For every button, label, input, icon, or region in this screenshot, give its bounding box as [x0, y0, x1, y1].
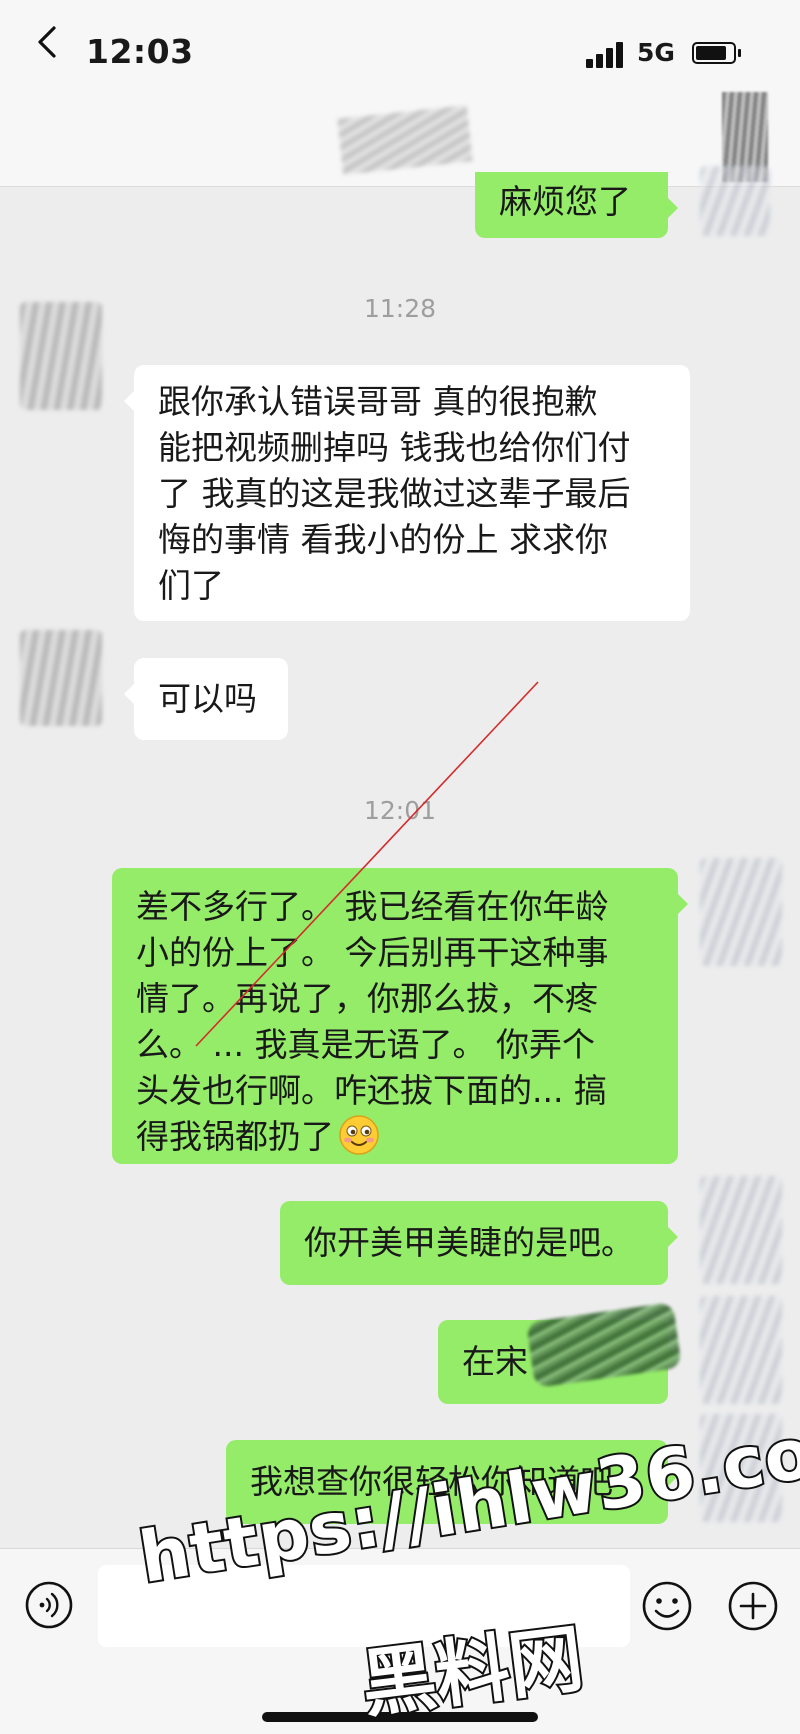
contact-avatar[interactable]	[20, 302, 102, 410]
own-avatar[interactable]	[700, 1296, 782, 1404]
message-line: 情了。再说了，你那么拔，不疼	[136, 979, 598, 1018]
message-line: 悔的事情 看我小的份上 求求你	[158, 520, 608, 559]
message-bubble-received[interactable]: 可以吗	[124, 658, 288, 740]
message-line: 么。 ... 我真是无语了。 你弄个	[136, 1025, 595, 1064]
message-text: 可以吗	[158, 679, 257, 718]
message-line: 头发也行啊。咋还拔下面的... 搞	[136, 1071, 607, 1110]
message-bubble-sent[interactable]: 你开美甲美睫的是吧。	[280, 1201, 678, 1285]
smiley-emoji	[339, 1115, 379, 1155]
message-bubble-received[interactable]: 跟你承认错误哥哥 真的很抱歉 能把视频删掉吗 钱我也给你们付 了 我真的这是我做…	[124, 365, 690, 621]
contact-avatar[interactable]	[20, 630, 102, 726]
timestamp: 12:01	[363, 796, 437, 825]
message-text: 麻烦您了	[499, 182, 631, 221]
battery-icon	[692, 42, 741, 64]
message-text: 你开美甲美睫的是吧。	[304, 1223, 634, 1262]
own-avatar[interactable]	[700, 166, 770, 236]
message-line: 得我锅都扔了	[136, 1117, 334, 1156]
message-line: 跟你承认错误哥哥 真的很抱歉	[158, 382, 598, 421]
message-line: 能把视频删掉吗 钱我也给你们付	[158, 428, 631, 467]
status-time: 12:03	[86, 32, 194, 71]
plus-icon[interactable]	[727, 1580, 779, 1632]
message-line: 了 我真的这是我做过这辈子最后	[158, 474, 631, 513]
message-line: 小的份上了。 今后别再干这种事	[136, 933, 609, 972]
own-avatar[interactable]	[700, 1176, 782, 1284]
message-line: 们了	[158, 566, 224, 605]
voice-icon[interactable]	[24, 1580, 74, 1630]
message-bubble-sent-partial[interactable]: 麻烦您了	[475, 172, 678, 238]
message-line: 差不多行了。 我已经看在你年龄	[136, 887, 609, 926]
smiley-icon[interactable]	[641, 1580, 693, 1632]
chevron-left-icon[interactable]	[30, 22, 70, 62]
message-bubble-sent[interactable]: 差不多行了。 我已经看在你年龄 小的份上了。 今后别再干这种事 情了。再说了，你…	[112, 868, 688, 1164]
network-label: 5G	[637, 38, 675, 67]
signal-icon	[586, 42, 626, 68]
own-avatar[interactable]	[700, 858, 782, 966]
timestamp: 11:28	[363, 294, 437, 323]
message-text: 在宋	[462, 1342, 528, 1381]
status-bar: 12:03 5G	[0, 0, 800, 100]
message-line-last: 得我锅都扔了	[136, 1114, 654, 1160]
